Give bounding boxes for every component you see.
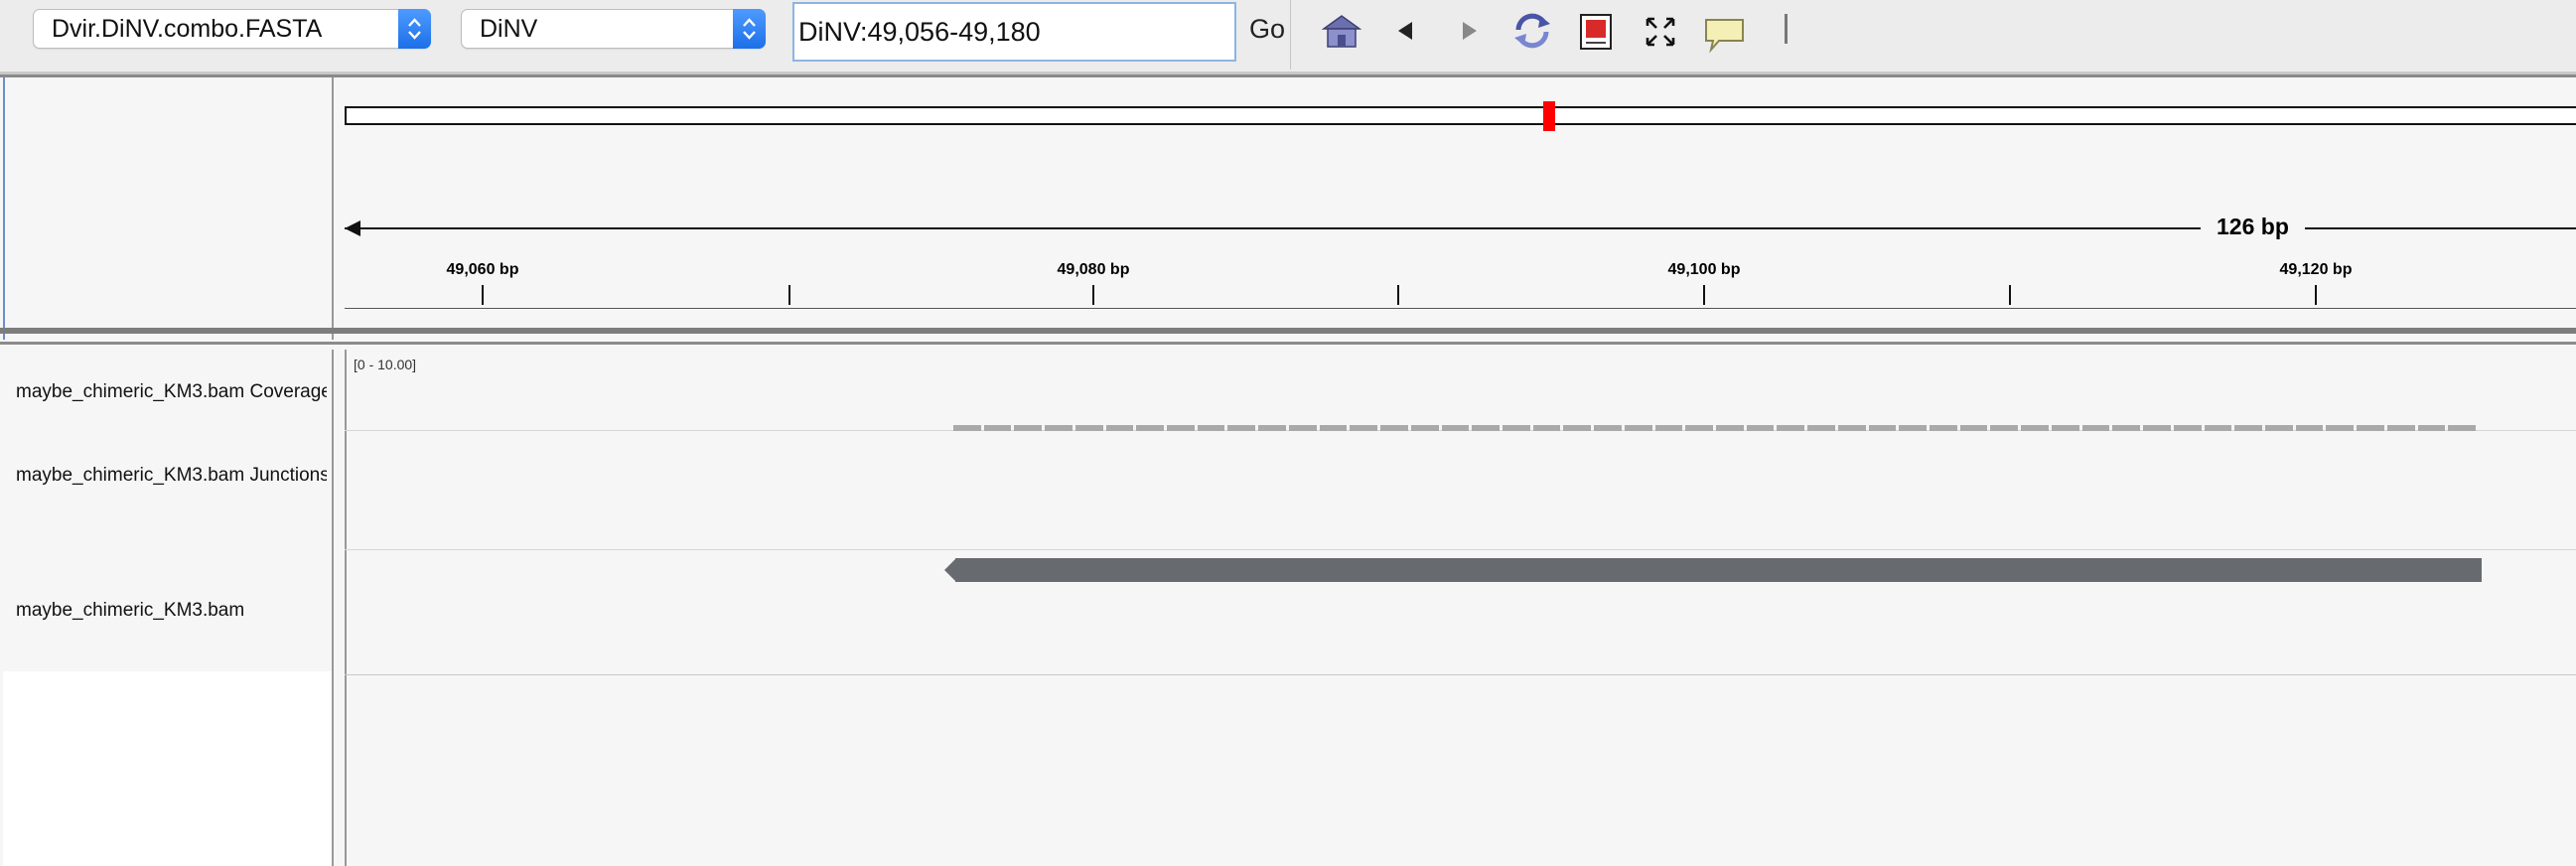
toolbar-separator <box>1290 0 1291 70</box>
coverage-bar <box>1502 425 1530 431</box>
coverage-bar <box>2357 425 2384 431</box>
ruler-tick <box>788 285 790 305</box>
coverage-range-label: [0 - 10.00] <box>354 357 417 372</box>
coverage-bar <box>1807 425 1835 431</box>
coverage-bar <box>1105 425 1134 431</box>
coverage-bar <box>1959 425 1988 431</box>
coverage-bar <box>1990 425 2019 431</box>
coverage-bar <box>2295 425 2324 431</box>
coverage-bar <box>2112 425 2141 431</box>
coverage-bar <box>1837 425 1866 431</box>
forward-icon[interactable] <box>1460 20 1480 47</box>
panel-divider[interactable] <box>0 328 2576 334</box>
panel-divider <box>0 342 2576 345</box>
genome-dropdown-value: Dvir.DiNV.combo.FASTA <box>52 15 323 43</box>
coverage-bar <box>2386 425 2415 431</box>
ruler-tick-label: 49,060 bp <box>446 261 519 278</box>
chromosome-ideogram[interactable] <box>345 106 2576 125</box>
coverage-bar <box>2021 425 2049 431</box>
toolbar: Dvir.DiNV.combo.FASTA DiNV Go <box>0 0 2576 74</box>
ruler-tick <box>1092 285 1094 305</box>
go-button[interactable]: Go <box>1249 14 1285 45</box>
coverage-bar <box>1014 425 1043 431</box>
coverage-bar <box>1472 425 1500 431</box>
track-name-empty-area <box>3 671 332 866</box>
coverage-bar <box>1441 425 1470 431</box>
coverage-bar <box>1868 425 1897 431</box>
ruler-tick-label: 49,100 bp <box>1667 261 1741 278</box>
coverage-bar <box>1746 425 1775 431</box>
track-name-alignments[interactable]: maybe_chimeric_KM3.bam <box>16 600 327 622</box>
genome-dropdown-arrow-icon <box>398 9 431 49</box>
coverage-bar <box>1594 425 1622 431</box>
aligned-read[interactable] <box>955 558 2482 582</box>
ruler-name-column <box>3 77 334 340</box>
coverage-bar <box>1532 425 1561 431</box>
ruler-tick-label: 49,080 bp <box>1057 261 1130 278</box>
coverage-bar <box>2173 425 2202 431</box>
coverage-bar <box>1380 425 1408 431</box>
coverage-bar <box>1777 425 1805 431</box>
coverage-bar <box>2417 425 2446 431</box>
coverage-bar <box>2143 425 2171 431</box>
coverage-bar <box>2448 425 2476 431</box>
coverage-bar <box>2326 425 2355 431</box>
coverage-bar <box>2264 425 2293 431</box>
coverage-bar <box>1197 425 1225 431</box>
region-of-interest-icon[interactable] <box>1579 13 1613 56</box>
coverage-bar <box>2081 425 2110 431</box>
coverage-bar <box>1563 425 1592 431</box>
ruler-tick <box>482 285 484 305</box>
popup-info-icon[interactable] <box>1703 17 1747 58</box>
track-separator <box>345 674 2576 675</box>
coverage-bar <box>1227 425 1256 431</box>
coverage-bar <box>1410 425 1439 431</box>
coverage-bar <box>2234 425 2262 431</box>
ruler-baseline <box>345 308 2576 309</box>
coverage-bar <box>1624 425 1652 431</box>
coverage-bar <box>1074 425 1103 431</box>
coverage-bar <box>953 425 981 431</box>
track-name-coverage[interactable]: maybe_chimeric_KM3.bam Coverage <box>16 381 327 403</box>
back-icon[interactable] <box>1395 20 1415 47</box>
coverage-bar <box>1654 425 1683 431</box>
refresh-icon[interactable] <box>1509 9 1555 58</box>
coverage-bar <box>1685 425 1713 431</box>
track-separator <box>345 549 2576 550</box>
ruler-tick <box>2315 285 2317 305</box>
coverage-bar <box>1167 425 1195 431</box>
coverage-bar <box>2204 425 2232 431</box>
span-left-arrow-icon <box>345 220 360 236</box>
coverage-bar <box>1288 425 1317 431</box>
chromosome-dropdown-value: DiNV <box>480 15 538 43</box>
locus-search-input[interactable] <box>792 2 1236 62</box>
coverage-bar <box>1319 425 1348 431</box>
span-label: 126 bp <box>2201 214 2305 240</box>
chromosome-dropdown-arrow-icon <box>733 9 766 49</box>
toolbar-separator <box>1785 14 1788 44</box>
coverage-bar <box>1716 425 1744 431</box>
coverage-bar <box>1045 425 1073 431</box>
ruler-tick <box>1397 285 1399 305</box>
coverage-bar <box>1136 425 1165 431</box>
ruler-tick <box>1703 285 1705 305</box>
coverage-bar <box>1899 425 1928 431</box>
coverage-bar <box>1350 425 1378 431</box>
coverage-bar <box>983 425 1012 431</box>
resize-to-window-icon[interactable] <box>1645 16 1676 53</box>
coverage-bar <box>1930 425 1957 431</box>
genome-dropdown[interactable]: Dvir.DiNV.combo.FASTA <box>33 9 431 49</box>
coverage-bar <box>1258 425 1286 431</box>
chromosome-dropdown[interactable]: DiNV <box>461 9 766 49</box>
ruler-tick <box>2009 285 2011 305</box>
home-icon[interactable] <box>1320 11 1363 56</box>
track-name-junctions[interactable]: maybe_chimeric_KM3.bam Junctions <box>16 465 327 487</box>
ideogram-current-region-marker <box>1543 101 1555 131</box>
coverage-bar <box>2051 425 2079 431</box>
ruler-tick-label: 49,120 bp <box>2279 261 2353 278</box>
